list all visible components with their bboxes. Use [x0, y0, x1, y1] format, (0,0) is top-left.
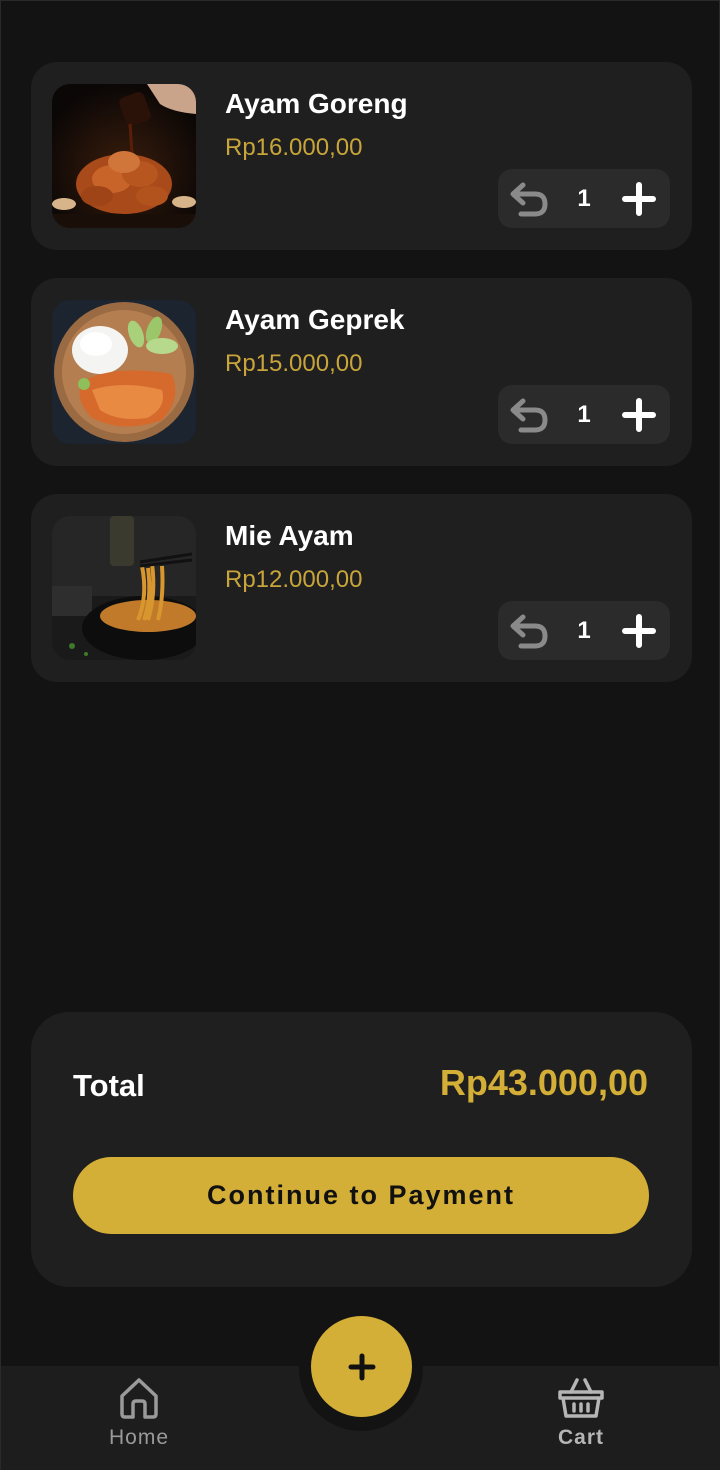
- plus-icon: [622, 397, 656, 432]
- item-name: Ayam Geprek: [225, 304, 405, 335]
- plus-icon: [348, 1353, 375, 1380]
- decrease-quantity-button[interactable]: [498, 601, 560, 660]
- item-price: Rp16.000,00: [225, 134, 363, 161]
- quantity-value: 1: [577, 616, 591, 644]
- decrease-quantity-button[interactable]: [498, 169, 560, 228]
- undo-arrow-icon: [510, 182, 548, 216]
- basket-icon: [558, 1378, 604, 1418]
- increase-quantity-button[interactable]: [608, 169, 670, 228]
- quantity-stepper: 1: [498, 385, 670, 444]
- home-icon: [120, 1378, 158, 1419]
- item-price: Rp15.000,00: [225, 350, 363, 377]
- nav-home-label: Home: [108, 1426, 170, 1449]
- add-button[interactable]: [311, 1316, 412, 1417]
- undo-arrow-icon: [510, 398, 548, 432]
- nav-home[interactable]: Home: [69, 1376, 209, 1461]
- item-name: Ayam Goreng: [225, 88, 408, 119]
- nav-cart[interactable]: Cart: [511, 1376, 651, 1461]
- food-image-ayam-goreng: [52, 84, 196, 228]
- cart-item: Ayam Geprek Rp15.000,00 1: [31, 278, 692, 466]
- quantity-stepper: 1: [498, 169, 670, 228]
- item-price: Rp12.000,00: [225, 566, 363, 593]
- increase-quantity-button[interactable]: [608, 385, 670, 444]
- continue-to-payment-button[interactable]: Continue to Payment: [73, 1157, 649, 1234]
- order-summary: Total Rp43.000,00 Continue to Payment: [31, 1012, 692, 1287]
- nav-cart-label: Cart: [557, 1426, 604, 1449]
- quantity-value: 1: [577, 400, 591, 428]
- item-name: Mie Ayam: [225, 520, 354, 551]
- cart-item: Mie Ayam Rp12.000,00 1: [31, 494, 692, 682]
- cart-list: Ayam Goreng Rp16.000,00 1 Ayam Geprek Rp…: [31, 62, 692, 710]
- total-label: Total: [73, 1068, 145, 1103]
- cart-item: Ayam Goreng Rp16.000,00 1: [31, 62, 692, 250]
- increase-quantity-button[interactable]: [608, 601, 670, 660]
- decrease-quantity-button[interactable]: [498, 385, 560, 444]
- total-value: Rp43.000,00: [439, 1062, 648, 1103]
- food-image-mie-ayam: [52, 516, 196, 660]
- quantity-value: 1: [577, 184, 591, 212]
- plus-icon: [622, 181, 656, 216]
- food-image-ayam-geprek: [52, 300, 196, 444]
- quantity-stepper: 1: [498, 601, 670, 660]
- plus-icon: [622, 613, 656, 648]
- undo-arrow-icon: [510, 614, 548, 648]
- cart-screen: Ayam Goreng Rp16.000,00 1 Ayam Geprek Rp…: [0, 0, 720, 1470]
